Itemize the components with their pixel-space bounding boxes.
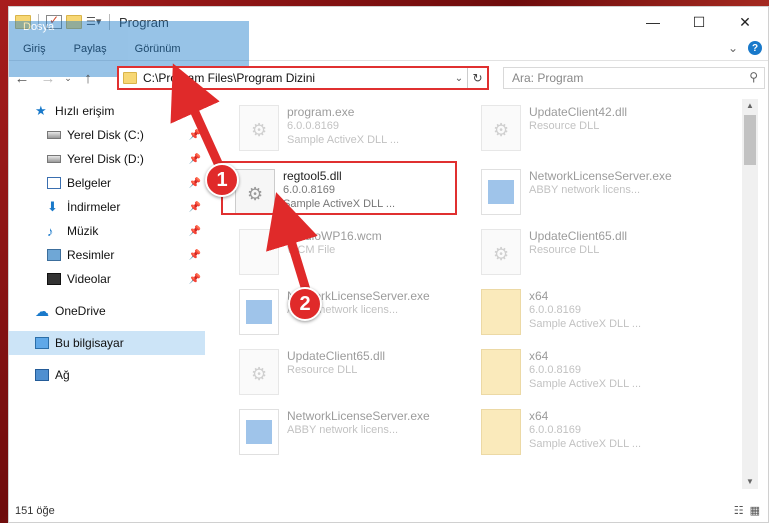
step-1-marker: 1 [205, 163, 239, 197]
annotation-arrows [170, 63, 318, 295]
arrow-to-address-bar [170, 63, 227, 177]
step-2-marker: 2 [288, 287, 322, 321]
arrow-to-file [266, 192, 318, 295]
